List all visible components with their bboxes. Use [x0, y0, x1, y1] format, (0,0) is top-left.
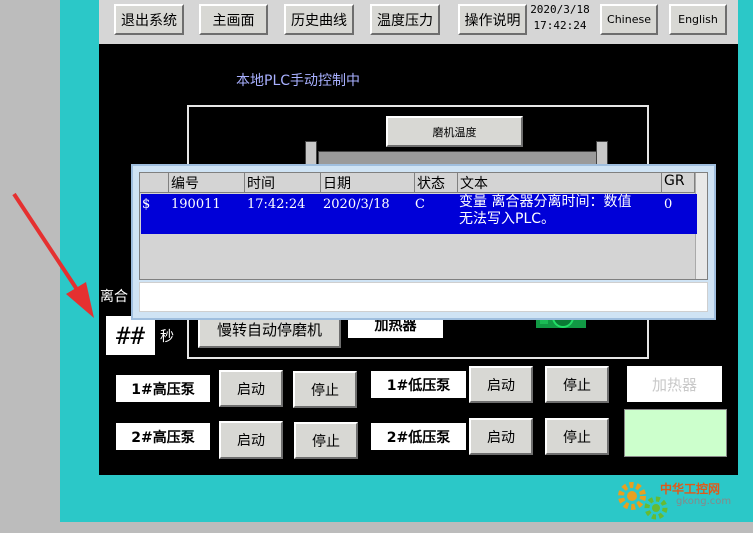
alarm-header-state: 状态 [415, 173, 458, 193]
date-text: 2020/3/18 [530, 3, 590, 16]
hp1-label: 1#高压泵 [116, 375, 210, 402]
lp2-label: 2#低压泵 [371, 423, 466, 450]
hp1-start-button[interactable]: 启动 [219, 370, 283, 407]
watermark-url-text: gkong.com [676, 496, 732, 507]
heater-status-indicator [624, 409, 727, 457]
alarm-row-state: C [415, 197, 425, 212]
mill-temperature-button[interactable]: 磨机温度 [386, 116, 523, 147]
alarm-list: 编号 时间 日期 状态 文本 GR $ 190011 17:42:24 2020… [139, 172, 708, 280]
lp1-start-button[interactable]: 启动 [469, 366, 533, 403]
hp2-start-button[interactable]: 启动 [219, 421, 283, 459]
red-arrow-icon [12, 192, 94, 318]
home-screen-button[interactable]: 主画面 [199, 4, 268, 35]
operation-manual-button[interactable]: 操作说明 [458, 4, 527, 35]
alarm-footer [139, 282, 708, 312]
clutch-time-value[interactable]: ## [106, 316, 155, 355]
datetime-display: 2020/3/18 17:42:24 [526, 2, 594, 38]
alarm-header-date: 日期 [321, 173, 415, 193]
alarm-header-time: 时间 [245, 173, 321, 193]
mill-shaft [318, 151, 602, 165]
lp1-label: 1#低压泵 [371, 371, 466, 398]
alarm-row-id: 190011 [171, 197, 221, 212]
alarm-row[interactable]: $ 190011 17:42:24 2020/3/18 C 变量 离合器分离时间… [141, 194, 697, 234]
heater-right-label: 加热器 [627, 366, 722, 402]
alarm-header-id: 编号 [169, 173, 245, 193]
seconds-unit-label: 秒 [160, 329, 174, 345]
hp2-stop-button[interactable]: 停止 [294, 422, 358, 459]
hp2-label: 2#高压泵 [116, 423, 210, 450]
english-language-button[interactable]: English [669, 4, 727, 35]
alarm-row-text-line1: 变量 离合器分离时间：数值 [459, 194, 632, 210]
alarm-row-gr: 0 [664, 197, 673, 212]
alarm-row-time: 17:42:24 [247, 197, 306, 212]
lp1-stop-button[interactable]: 停止 [545, 366, 609, 403]
clutch-label: 离合 [100, 289, 128, 305]
watermark-cn-text: 中华工控网 [660, 482, 721, 496]
alarm-header-blank [140, 173, 169, 193]
temp-pressure-button[interactable]: 温度压力 [370, 4, 440, 35]
alarm-header-gr: GR [662, 173, 695, 193]
alarm-row-date: 2020/3/18 [323, 197, 390, 212]
alarm-row-text-line2: 无法写入PLC。 [459, 211, 556, 227]
lp2-stop-button[interactable]: 停止 [545, 418, 609, 455]
chinese-language-button[interactable]: Chinese [600, 4, 658, 35]
time-text: 17:42:24 [533, 19, 587, 32]
exit-system-button[interactable]: 退出系统 [114, 4, 184, 35]
hp1-stop-button[interactable]: 停止 [293, 371, 357, 408]
alarm-row-symbol: $ [142, 197, 151, 212]
plc-status-text: 本地PLC手动控制中 [236, 73, 361, 89]
history-curve-button[interactable]: 历史曲线 [284, 4, 354, 35]
lp2-start-button[interactable]: 启动 [469, 418, 533, 455]
alarm-header-text: 文本 [458, 173, 662, 193]
alarm-window: 编号 时间 日期 状态 文本 GR $ 190011 17:42:24 2020… [131, 164, 716, 320]
